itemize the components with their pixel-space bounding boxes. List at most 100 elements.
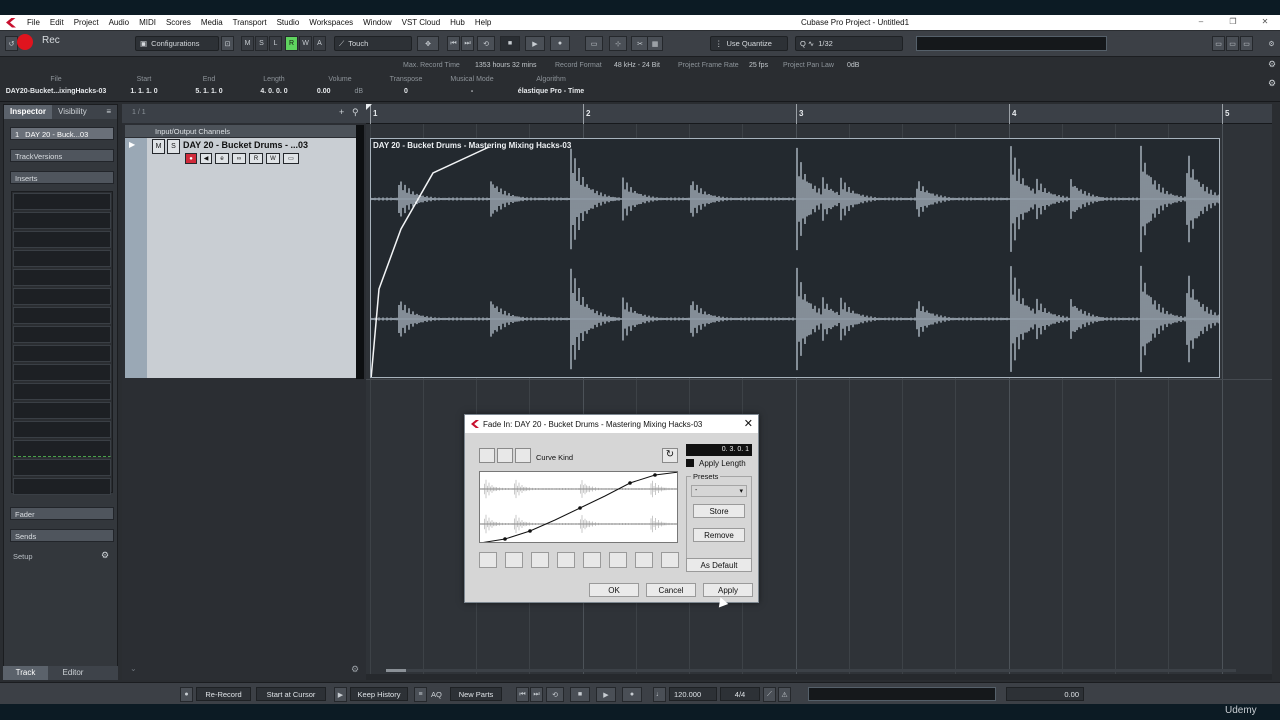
tracklist-settings-icon[interactable]: ⚙ — [351, 664, 359, 675]
horizontal-scrollbar[interactable] — [386, 669, 1236, 672]
folder-track[interactable]: Input/Output Channels — [125, 125, 357, 137]
insert-slot[interactable] — [13, 193, 111, 210]
insert-slot[interactable] — [13, 250, 111, 267]
track-write-icon[interactable]: W — [266, 153, 280, 164]
undo-icon[interactable]: ↺ — [5, 36, 18, 51]
apply-length-checkbox[interactable] — [686, 459, 694, 467]
menu-help[interactable]: Help — [470, 18, 496, 27]
playhead-marker-icon[interactable] — [366, 104, 372, 110]
menu-media[interactable]: Media — [196, 18, 228, 27]
layout-right-icon[interactable]: ▭ — [1240, 36, 1253, 51]
search-icon[interactable]: ⚲ — [352, 107, 359, 118]
track-record-enable-icon[interactable]: ● — [185, 153, 197, 164]
tempo-display[interactable]: 120.000 — [669, 687, 717, 701]
curve-preset-7-icon[interactable] — [635, 552, 653, 568]
fade-length-field[interactable]: 0. 3. 0. 1 — [686, 444, 752, 456]
setup-gear-icon[interactable]: ⚙ — [101, 550, 109, 561]
insert-slot[interactable] — [13, 288, 111, 305]
info-length[interactable]: Length 4. 0. 0. 0 — [245, 76, 303, 95]
stop-icon[interactable]: ■ — [500, 36, 520, 51]
info-transpose[interactable]: Transpose 0 — [378, 76, 434, 95]
insert-slot[interactable] — [13, 402, 111, 419]
info-end[interactable]: End 5. 1. 1. 0 — [180, 76, 238, 95]
re-record-button[interactable]: Re-Record — [196, 687, 251, 701]
curve-preset-6-icon[interactable] — [609, 552, 627, 568]
curve-point[interactable] — [528, 529, 532, 533]
go-to-end-icon[interactable]: ⏭ — [461, 36, 474, 51]
track-expand-icon[interactable]: ▶ — [129, 140, 135, 149]
insert-slot[interactable] — [13, 440, 111, 457]
keep-history-dropdown[interactable]: Keep History — [350, 687, 408, 701]
track-solo-button[interactable]: S — [167, 139, 180, 154]
menu-workspaces[interactable]: Workspaces — [304, 18, 358, 27]
track-read-icon[interactable]: R — [249, 153, 263, 164]
restore-icon[interactable]: ❐ — [1228, 17, 1238, 26]
transport-stop-icon[interactable]: ■ — [570, 687, 590, 702]
curve-point[interactable] — [578, 506, 582, 510]
inspector-fader[interactable]: Fader — [10, 507, 114, 520]
info-start[interactable]: Start 1. 1. 1. 0 — [115, 76, 173, 95]
sync-icon[interactable]: ⟋ — [763, 687, 776, 702]
zoom-icon[interactable]: ⊹ — [609, 36, 627, 51]
global-listen-button[interactable]: L — [269, 36, 282, 51]
menu-transport[interactable]: Transport — [228, 18, 272, 27]
statusline-settings-icon[interactable]: ⚙ — [1268, 59, 1276, 70]
curve-point[interactable] — [628, 481, 632, 485]
aq-label[interactable]: AQ — [431, 690, 442, 699]
store-button[interactable]: Store — [693, 504, 745, 518]
inspector-sends[interactable]: Sends — [10, 529, 114, 542]
transport-cycle-icon[interactable]: ⟲ — [546, 687, 564, 702]
menu-hub[interactable]: Hub — [445, 18, 470, 27]
quantize-value-dropdown[interactable]: Q ∿ 1/32 — [795, 36, 903, 51]
curve-point[interactable] — [653, 473, 657, 477]
add-track-icon[interactable]: + — [339, 107, 344, 117]
layout-bottom-icon[interactable]: ▭ — [1226, 36, 1239, 51]
curve-point[interactable] — [503, 537, 507, 541]
insert-slot[interactable] — [13, 345, 111, 362]
menu-scores[interactable]: Scores — [161, 18, 196, 27]
insert-slot[interactable] — [13, 364, 111, 381]
nudge-icon[interactable]: ✥ — [417, 36, 439, 51]
new-parts-dropdown[interactable]: New Parts — [450, 687, 502, 701]
insert-slot[interactable] — [13, 212, 111, 229]
signature-display[interactable]: 4/4 — [720, 687, 760, 701]
menu-audio[interactable]: Audio — [104, 18, 134, 27]
dialog-close-icon[interactable]: ✕ — [744, 417, 753, 430]
global-write-button[interactable]: W — [299, 36, 312, 51]
audio-track[interactable]: ▶ M S DAY 20 - Bucket Drums - ...03 ● ◀ … — [125, 138, 357, 378]
automation-mode-dropdown[interactable]: ⟋ Touch — [334, 36, 412, 51]
insert-slot[interactable] — [13, 231, 111, 248]
global-solo-button[interactable]: S — [255, 36, 268, 51]
tab-editor[interactable]: Editor — [53, 668, 93, 677]
global-read-button[interactable]: R — [285, 36, 298, 51]
track-edit-icon[interactable]: ▭ — [283, 153, 299, 164]
tab-visibility[interactable]: Visibility — [52, 105, 93, 119]
curve-kind-linear-icon[interactable] — [515, 448, 531, 463]
menu-project[interactable]: Project — [69, 18, 104, 27]
fade-curve-editor[interactable] — [479, 471, 678, 543]
info-musical-mode[interactable]: Musical Mode - — [441, 76, 503, 95]
minimize-icon[interactable]: – — [1196, 17, 1206, 26]
global-a-button[interactable]: A — [313, 36, 326, 51]
apply-button[interactable]: Apply — [703, 583, 753, 597]
curve-preset-1-icon[interactable] — [479, 552, 497, 568]
record-mode-icon[interactable]: ● — [180, 687, 193, 702]
menu-midi[interactable]: MIDI — [134, 18, 161, 27]
tab-inspector[interactable]: Inspector — [4, 105, 53, 119]
start-at-cursor-dropdown[interactable]: Start at Cursor — [256, 687, 326, 701]
tracklist-scroll-icon[interactable]: ⌄ — [130, 664, 137, 673]
metronome-icon[interactable]: ♩ — [653, 687, 666, 702]
grid-icon[interactable]: ▦ — [647, 36, 663, 51]
insert-slot[interactable] — [13, 307, 111, 324]
insert-slot[interactable] — [13, 459, 111, 476]
play-icon[interactable]: ▶ — [525, 36, 545, 51]
configurations-dropdown[interactable]: ▣ Configurations — [135, 36, 219, 51]
restore-curve-icon[interactable]: ↻ — [662, 448, 678, 463]
remove-button[interactable]: Remove — [693, 528, 745, 542]
transport-end-icon[interactable]: ⏭ — [530, 687, 543, 702]
track-link-icon[interactable]: ∞ — [232, 153, 246, 164]
track-lanes-icon[interactable]: e — [215, 153, 229, 164]
inspector-menu-icon[interactable]: ≡ — [100, 105, 117, 119]
menu-file[interactable]: File — [22, 18, 45, 27]
menu-studio[interactable]: Studio — [272, 18, 305, 27]
